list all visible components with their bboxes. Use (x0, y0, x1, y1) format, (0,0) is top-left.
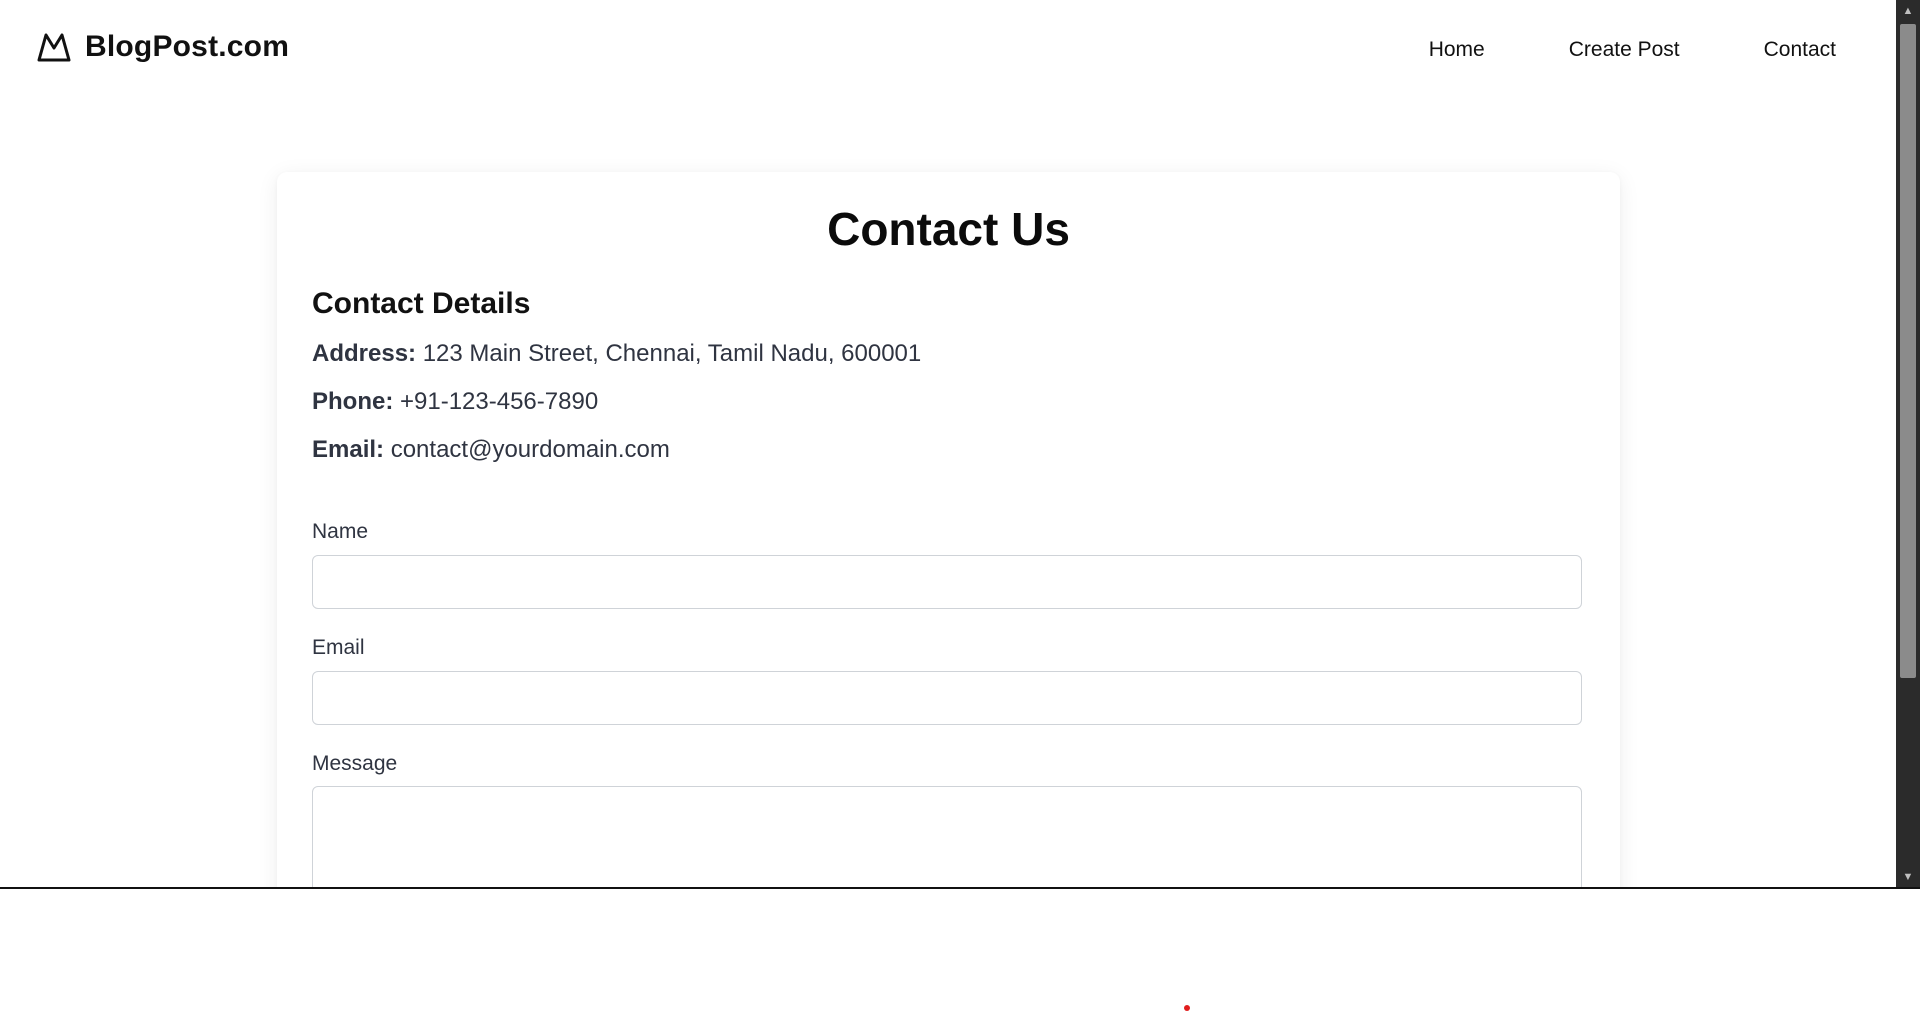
address-line: Address: 123 Main Street, Chennai, Tamil… (312, 340, 921, 368)
address-label: Address: (312, 340, 417, 367)
mountain-icon (37, 32, 71, 62)
phone-line: Phone: +91-123-456-7890 (312, 388, 598, 416)
nav-create-post-link[interactable]: Create Post (1569, 38, 1680, 62)
nav-home-link[interactable]: Home (1429, 38, 1485, 62)
phone-label: Phone: (312, 388, 394, 415)
brand-name: BlogPost.com (85, 30, 290, 63)
contact-card: Contact Us Contact Details Address: 123 … (277, 172, 1620, 888)
site-header: BlogPost.com Home Create Post Contact (0, 0, 1896, 100)
email-value: contact@yourdomain.com (390, 436, 670, 463)
vertical-scrollbar[interactable]: ▲ ▼ (1896, 0, 1920, 888)
email-field-label: Email (312, 636, 365, 659)
page-title: Contact Us (827, 203, 1070, 255)
arrow-up-icon[interactable]: ▲ (1896, 2, 1920, 20)
message-textarea[interactable] (312, 786, 1582, 888)
name-field-label: Name (312, 520, 369, 543)
email-line: Email: contact@yourdomain.com (312, 436, 670, 464)
contact-details-heading: Contact Details (312, 287, 531, 320)
lower-blank-area (0, 889, 1920, 1013)
name-input[interactable] (312, 555, 1582, 609)
email-label: Email: (312, 436, 385, 463)
address-value: 123 Main Street, Chennai, Tamil Nadu, 60… (422, 340, 922, 367)
arrow-down-icon[interactable]: ▼ (1896, 868, 1920, 886)
email-input[interactable] (312, 671, 1582, 725)
browser-viewport: BlogPost.com Home Create Post Contact Co… (0, 0, 1896, 888)
phone-value: +91-123-456-7890 (400, 388, 599, 415)
message-field-label: Message (312, 752, 398, 775)
main-nav: Home Create Post Contact (1429, 38, 1836, 62)
brand-link[interactable]: BlogPost.com (37, 30, 289, 64)
scrollbar-thumb[interactable] (1900, 24, 1916, 678)
red-dot-marker (1184, 1005, 1190, 1011)
nav-contact-link[interactable]: Contact (1764, 38, 1836, 62)
